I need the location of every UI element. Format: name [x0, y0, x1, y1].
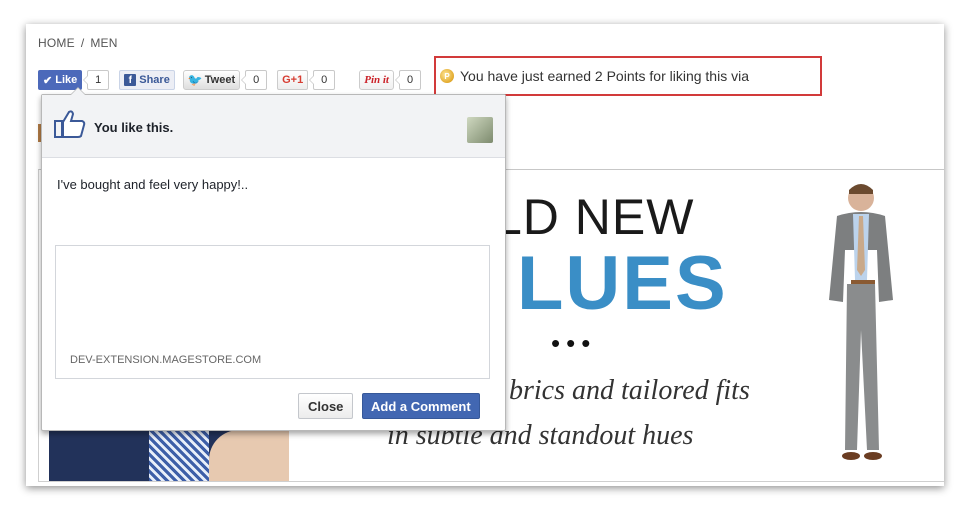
facebook-comment-popup: You like this. I've bought and feel very…	[41, 87, 506, 431]
banner-dots: •••	[551, 328, 597, 358]
page-frame: HOME / MEN ✔ Like 1 f Share 🐦 Tweet 0 G+1 …	[26, 24, 944, 486]
coin-icon: P	[440, 69, 454, 83]
points-message: You have just earned 2 Points for liking…	[460, 68, 749, 84]
check-icon: ✔	[43, 74, 53, 87]
points-notification: P You have just earned 2 Points for liki…	[434, 56, 822, 96]
tweet-button[interactable]: 🐦 Tweet	[182, 70, 241, 90]
share-label: Share	[139, 74, 170, 86]
add-comment-button[interactable]: Add a Comment	[362, 393, 480, 419]
banner-headline-1: LD NEW	[494, 189, 695, 245]
breadcrumb-home[interactable]: HOME	[38, 36, 75, 50]
gplus-count: 0	[309, 70, 336, 90]
close-button[interactable]: Close	[298, 393, 354, 419]
banner-headline-2: LUES	[517, 241, 728, 326]
pin-label: Pin it	[364, 74, 389, 86]
banner-tagline-1: brics and tailored fits	[509, 375, 750, 406]
facebook-share-button[interactable]: f Share	[119, 70, 175, 90]
tweet-count: 0	[241, 70, 268, 90]
popup-message: I've bought and feel very happy!..	[57, 177, 249, 192]
breadcrumb-separator: /	[80, 36, 85, 50]
breadcrumb-current: MEN	[90, 36, 118, 50]
facebook-icon: f	[124, 74, 137, 86]
google-plus-button[interactable]: G+1	[277, 70, 309, 90]
pin-count: 0	[395, 70, 421, 90]
avatar	[467, 117, 493, 143]
gplus-label: G+1	[282, 74, 304, 86]
banner-model-image	[829, 184, 893, 460]
tweet-label: Tweet	[204, 74, 236, 86]
banner-model-sleeve	[49, 430, 289, 481]
popup-header: You like this.	[42, 95, 505, 158]
like-count: 1	[83, 70, 110, 90]
comment-input[interactable]: DEV-EXTENSION.MAGESTORE.COM	[55, 245, 490, 379]
comment-domain: DEV-EXTENSION.MAGESTORE.COM	[70, 354, 262, 366]
like-label: Like	[55, 74, 78, 86]
social-share-bar: ✔ Like 1 f Share 🐦 Tweet 0 G+1 0 Pin it …	[38, 69, 421, 91]
pinterest-button[interactable]: Pin it	[359, 70, 394, 90]
you-like-label: You like this.	[94, 120, 174, 135]
twitter-bird-icon: 🐦	[187, 73, 203, 87]
breadcrumb: HOME / MEN	[38, 36, 118, 50]
thumbs-up-icon	[54, 110, 86, 138]
